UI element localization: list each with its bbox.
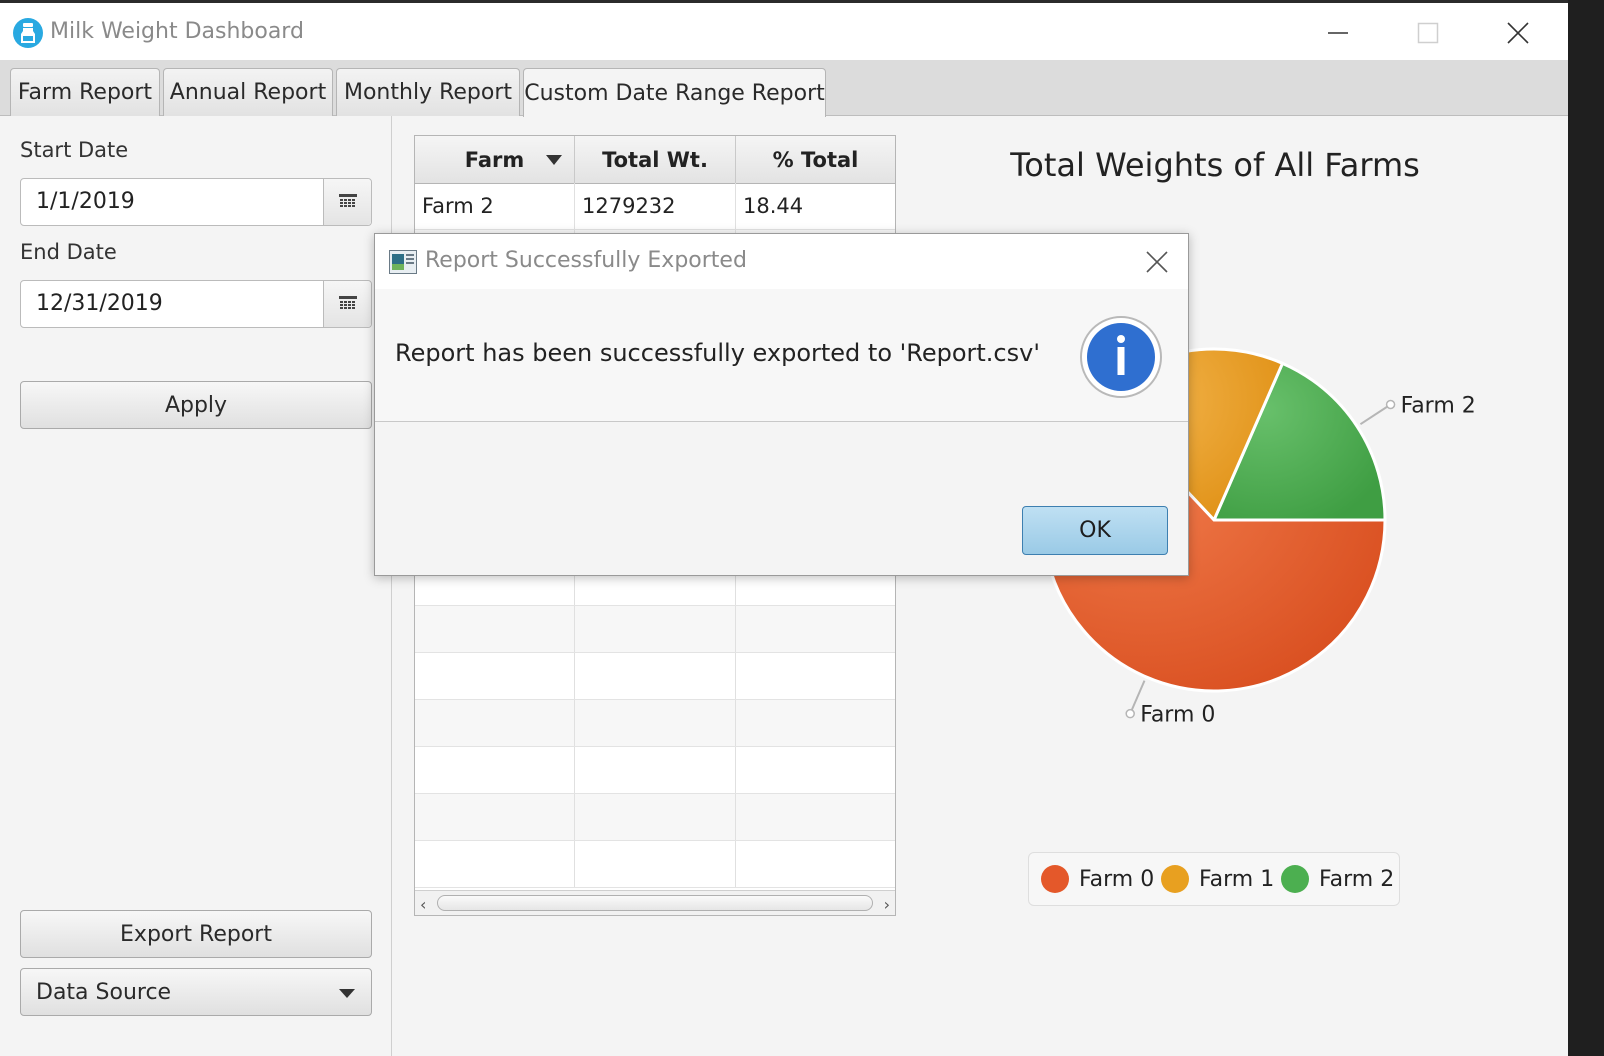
sort-descending-icon [546, 155, 562, 165]
close-icon [1507, 22, 1529, 44]
data-source-dropdown[interactable]: Data Source [20, 968, 372, 1016]
table-row[interactable] [415, 606, 895, 653]
left-panel: Start Date 1/1/2019 End Date 12/31/2019 [0, 116, 392, 1056]
window-titlebar: Milk Weight Dashboard [0, 0, 1568, 60]
column-header-farm[interactable]: Farm [415, 136, 575, 183]
table-row[interactable] [415, 653, 895, 700]
table-cell [415, 794, 575, 840]
column-header-percent-total[interactable]: % Total [736, 136, 895, 183]
table-cell [575, 700, 736, 746]
table-cell [415, 700, 575, 746]
end-date-value[interactable]: 12/31/2019 [36, 291, 163, 316]
table-cell [575, 653, 736, 699]
table-cell [736, 747, 895, 793]
window-title: Milk Weight Dashboard [50, 19, 304, 44]
table-cell [415, 747, 575, 793]
data-source-label: Data Source [36, 979, 172, 1005]
scroll-right-icon[interactable]: › [884, 895, 890, 914]
table-row[interactable] [415, 841, 895, 888]
dialog-header: Report has been successfully exported to… [375, 289, 1188, 422]
java-app-icon [389, 250, 417, 274]
pie-slice-label: Farm 0 [1140, 703, 1215, 728]
calendar-icon [338, 194, 357, 207]
desktop-background [1568, 0, 1604, 1056]
table-cell [575, 794, 736, 840]
minimize-button[interactable] [1308, 11, 1368, 55]
dialog-close-button[interactable] [1140, 246, 1174, 278]
maximize-icon [1417, 22, 1439, 44]
column-header-total-wt[interactable]: Total Wt. [575, 136, 736, 183]
table-cell [575, 841, 736, 887]
legend-item-farm-2: Farm 2 [1281, 865, 1394, 893]
table-cell [415, 653, 575, 699]
table-cell-percent-total: 18.44 [743, 194, 804, 218]
start-date-value[interactable]: 1/1/2019 [36, 189, 135, 214]
scroll-left-icon[interactable]: ‹ [420, 895, 426, 914]
tab-custom-date-range-report[interactable]: Custom Date Range Report [523, 68, 826, 117]
legend-swatch [1161, 865, 1189, 893]
table-cell [736, 794, 895, 840]
close-icon [1146, 251, 1168, 273]
table-row[interactable]: Farm 2 1279232 18.44 [415, 183, 895, 230]
start-date-label: Start Date [20, 138, 129, 162]
end-date-calendar-button[interactable] [323, 281, 371, 327]
table-header: Farm Total Wt. % Total [415, 136, 895, 184]
table-cell-total-wt: 1279232 [575, 183, 736, 229]
tab-farm-report[interactable]: Farm Report [10, 68, 160, 116]
table-row[interactable] [415, 700, 895, 747]
pie-label-dot [1125, 708, 1135, 719]
table-cell [736, 700, 895, 746]
start-date-field[interactable]: 1/1/2019 [20, 178, 372, 226]
table-cell [415, 841, 575, 887]
table-row[interactable] [415, 747, 895, 794]
table-cell [575, 747, 736, 793]
legend-item-farm-0: Farm 0 [1041, 865, 1154, 893]
table-row[interactable] [415, 794, 895, 841]
milk-bottle-icon [13, 18, 43, 48]
chevron-down-icon [339, 989, 355, 998]
chart-title: Total Weights of All Farms [1010, 146, 1420, 184]
end-date-label: End Date [20, 240, 117, 264]
pie-label-dot [1385, 399, 1396, 410]
maximize-button[interactable] [1398, 11, 1458, 55]
tab-monthly-report[interactable]: Monthly Report [336, 68, 520, 116]
export-success-dialog: Report Successfully Exported Report has … [374, 233, 1189, 576]
table-cell-farm: Farm 2 [415, 183, 575, 229]
minimize-icon [1328, 32, 1348, 34]
table-cell [736, 606, 895, 652]
end-date-field[interactable]: 12/31/2019 [20, 280, 372, 328]
export-report-button[interactable]: Export Report [20, 910, 372, 958]
start-date-calendar-button[interactable] [323, 179, 371, 225]
tab-bar: Farm Report Annual Report Monthly Report… [0, 60, 1568, 117]
legend-item-farm-1: Farm 1 [1161, 865, 1274, 893]
dialog-title: Report Successfully Exported [425, 248, 747, 273]
pie-label-line [1359, 403, 1392, 426]
legend-swatch [1281, 865, 1309, 893]
ok-button[interactable]: OK [1022, 506, 1168, 555]
pie-slice-label: Farm 2 [1401, 393, 1476, 418]
chart-legend: Farm 0 Farm 1 Farm 2 [1028, 852, 1400, 906]
table-cell [415, 606, 575, 652]
horizontal-scrollbar[interactable]: ‹ › [415, 890, 895, 915]
scrollbar-thumb[interactable] [437, 895, 873, 911]
info-icon [1080, 316, 1162, 398]
legend-swatch [1041, 865, 1069, 893]
tab-annual-report[interactable]: Annual Report [163, 68, 333, 116]
apply-button[interactable]: Apply [20, 381, 372, 429]
calendar-icon [338, 296, 357, 309]
table-cell [736, 841, 895, 887]
close-window-button[interactable] [1488, 11, 1548, 55]
dialog-message: Report has been successfully exported to… [395, 339, 1040, 367]
table-cell [736, 653, 895, 699]
table-cell [575, 606, 736, 652]
dialog-titlebar: Report Successfully Exported [375, 234, 1188, 289]
